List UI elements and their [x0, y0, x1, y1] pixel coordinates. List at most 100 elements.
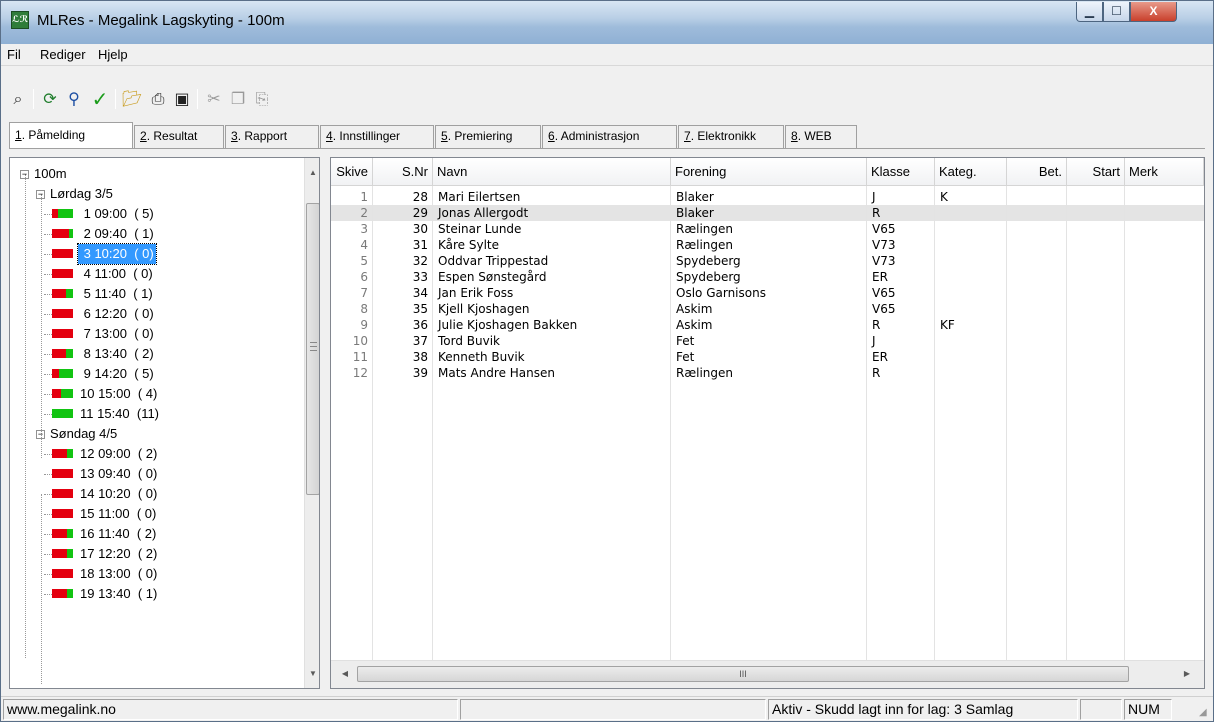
tree-node-root[interactable]: −100m [20, 164, 69, 184]
tree-node-lag[interactable]: 2 09:40 ( 1) [44, 224, 156, 244]
scroll-left-icon[interactable]: ◀ [337, 666, 353, 682]
tree-node-lag[interactable]: 17 12:20 ( 2) [44, 544, 159, 564]
menu-fil[interactable]: Fil [7, 47, 21, 62]
table-row[interactable]: 10 37 Tord Buvik Fet J [331, 333, 1204, 349]
tree-node-lag[interactable]: 11 15:40 (11) [44, 404, 161, 424]
tree-node-lag[interactable]: 7 13:00 ( 0) [44, 324, 156, 344]
status-num: NUM [1124, 699, 1172, 720]
table-row[interactable]: 4 31 Kåre Sylte Rælingen V73 [331, 237, 1204, 253]
paste-icon[interactable]: ⎘ [251, 88, 273, 110]
tree-guide [44, 534, 52, 535]
tree-node-lag[interactable]: 4 11:00 ( 0) [44, 264, 155, 284]
tree-guide [44, 274, 52, 275]
tree-node-lag[interactable]: 19 13:40 ( 1) [44, 584, 159, 604]
col-merk-header[interactable]: Merk [1125, 158, 1204, 186]
col-snr-header[interactable]: S.Nr [373, 158, 433, 186]
grid-scroll-thumb[interactable]: III [357, 666, 1129, 682]
col-bet-header[interactable]: Bet. [1007, 158, 1067, 186]
lasso-icon[interactable]: ⌕ [7, 88, 29, 110]
tab-premiering[interactable]: 5. Premiering [435, 125, 541, 148]
tab-administrasjon[interactable]: 6. Administrasjon [542, 125, 677, 148]
tree-guide [25, 174, 26, 658]
table-row[interactable]: 12 39 Mats Andre Hansen Rælingen R [331, 365, 1204, 381]
refresh-icon[interactable]: ⟳ [39, 88, 61, 110]
participant-grid[interactable]: Skive S.Nr Navn Forening Klasse Kateg. Bet. Sta… [330, 157, 1205, 689]
table-row[interactable]: 11 38 Kenneth Buvik Fet ER [331, 349, 1204, 365]
lag-tree[interactable]: −100m − Lørdag 3/5 1 09:00 ( 5) 2 09:40 ( … [9, 157, 320, 689]
tree-node-lag[interactable]: 9 14:20 ( 5) [44, 364, 156, 384]
tree-node-lag[interactable]: 16 11:40 ( 2) [44, 524, 158, 544]
col-forening-header[interactable]: Forening [671, 158, 867, 186]
table-row[interactable]: 5 32 Oddvar Trippestad Spydeberg V73 [331, 253, 1204, 269]
flag-fill [66, 349, 73, 358]
resize-grip-icon[interactable]: ◢ [1199, 707, 1211, 719]
table-row[interactable]: 6 33 Espen Sønstegård Spydeberg ER [331, 269, 1204, 285]
col-kateg-cell [935, 333, 1007, 349]
print-icon[interactable]: ⎙ [147, 88, 169, 110]
scroll-down-icon[interactable]: ▼ [305, 665, 319, 682]
tree-node-lag[interactable]: 10 15:00 ( 4) [44, 384, 159, 404]
tree-node-lag[interactable]: 6 12:20 ( 0) [44, 304, 156, 324]
tree-node-day[interactable]: − Søndag 4/5 [36, 424, 119, 444]
table-row[interactable]: 9 36 Julie Kjoshagen Bakken Askim R KF [331, 317, 1204, 333]
lag-status-flag-icon [52, 389, 73, 398]
col-klasse-cell: V65 [872, 302, 896, 316]
copy-icon[interactable]: ❐ [227, 88, 249, 110]
table-row[interactable]: 3 30 Steinar Lunde Rælingen V65 [331, 221, 1204, 237]
lag-status-flag-icon [52, 489, 73, 498]
col-kateg-header[interactable]: Kateg. [935, 158, 1007, 186]
save-icon[interactable]: ▣ [171, 88, 193, 110]
scroll-up-icon[interactable]: ▲ [305, 164, 319, 181]
tab-pamelding[interactable]: 1. Påmelding [9, 122, 133, 149]
grid-horizontal-scrollbar[interactable]: ◀ III ▶ [331, 660, 1204, 688]
tree-node-lag[interactable]: 15 11:00 ( 0) [44, 504, 158, 524]
table-row[interactable]: 1 28 Mari Eilertsen Blaker J K [331, 189, 1204, 205]
collapse-icon[interactable]: − [36, 430, 45, 439]
close-button[interactable]: X [1130, 2, 1177, 22]
tree-scrollbar[interactable]: ▲ ▼ [304, 158, 319, 688]
tree-node-lag[interactable]: 1 09:00 ( 5) [44, 204, 156, 224]
table-row[interactable]: 2 29 Jonas Allergodt Blaker R [331, 205, 1204, 221]
check-icon[interactable]: ✓ [89, 88, 111, 110]
col-snr-cell: 38 [412, 350, 428, 364]
tree-node-lag[interactable]: 5 11:40 ( 1) [44, 284, 155, 304]
tree-node-lag[interactable]: 14 10:20 ( 0) [44, 484, 159, 504]
col-kateg-cell [935, 285, 1007, 301]
tab-rapport[interactable]: 3. Rapport [225, 125, 319, 148]
col-klasse-header[interactable]: Klasse [867, 158, 935, 186]
tree-node-label: Søndag 4/5 [50, 426, 118, 441]
column-divider [1066, 186, 1067, 660]
tree-scroll-thumb[interactable] [306, 203, 319, 495]
tree-node-lag[interactable]: 18 13:00 ( 0) [44, 564, 159, 584]
col-forening-cell: Blaker [676, 206, 714, 220]
table-row[interactable]: 7 34 Jan Erik Foss Oslo Garnisons V65 [331, 285, 1204, 301]
table-row[interactable]: 8 35 Kjell Kjoshagen Askim V65 [331, 301, 1204, 317]
tab-resultat[interactable]: 2. Resultat [134, 125, 224, 148]
col-skive-header[interactable]: Skive [331, 158, 373, 186]
search-icon[interactable]: ⚲ [63, 88, 85, 110]
menu-rediger[interactable]: Rediger [40, 47, 86, 62]
collapse-icon[interactable]: − [36, 190, 45, 199]
col-forening-cell: Fet [676, 334, 695, 348]
title-bar[interactable]: ℒℛ MLRes - Megalink Lagskyting - 100m ▁ … [1, 1, 1213, 44]
app-icon[interactable]: ℒℛ [11, 11, 29, 29]
tree-node-lag[interactable]: 3 10:20 ( 0) [44, 243, 157, 265]
tree-guide [44, 254, 52, 255]
tree-node-lag[interactable]: 8 13:40 ( 2) [44, 344, 156, 364]
menu-hjelp[interactable]: Hjelp [98, 47, 128, 62]
cut-icon[interactable]: ✂ [203, 88, 225, 110]
tab-innstillinger[interactable]: 4. Innstillinger [320, 125, 434, 148]
tree-node-day[interactable]: − Lørdag 3/5 [36, 184, 115, 204]
maximize-button[interactable]: ☐ [1103, 2, 1130, 22]
tree-node-lag[interactable]: 12 09:00 ( 2) [44, 444, 159, 464]
tab-web[interactable]: 8. WEB [785, 125, 857, 148]
collapse-icon[interactable]: − [20, 170, 29, 179]
tree-node-label: 8 13:40 ( 2) [80, 346, 154, 361]
col-navn-header[interactable]: Navn [433, 158, 671, 186]
scroll-right-icon[interactable]: ▶ [1179, 666, 1195, 682]
minimize-button[interactable]: ▁ [1076, 2, 1103, 22]
tab-elektronikk[interactable]: 7. Elektronikk [678, 125, 784, 148]
open-folder-icon[interactable]: 📂︎ [121, 88, 143, 110]
col-start-header[interactable]: Start [1067, 158, 1125, 186]
tree-node-lag[interactable]: 13 09:40 ( 0) [44, 464, 159, 484]
